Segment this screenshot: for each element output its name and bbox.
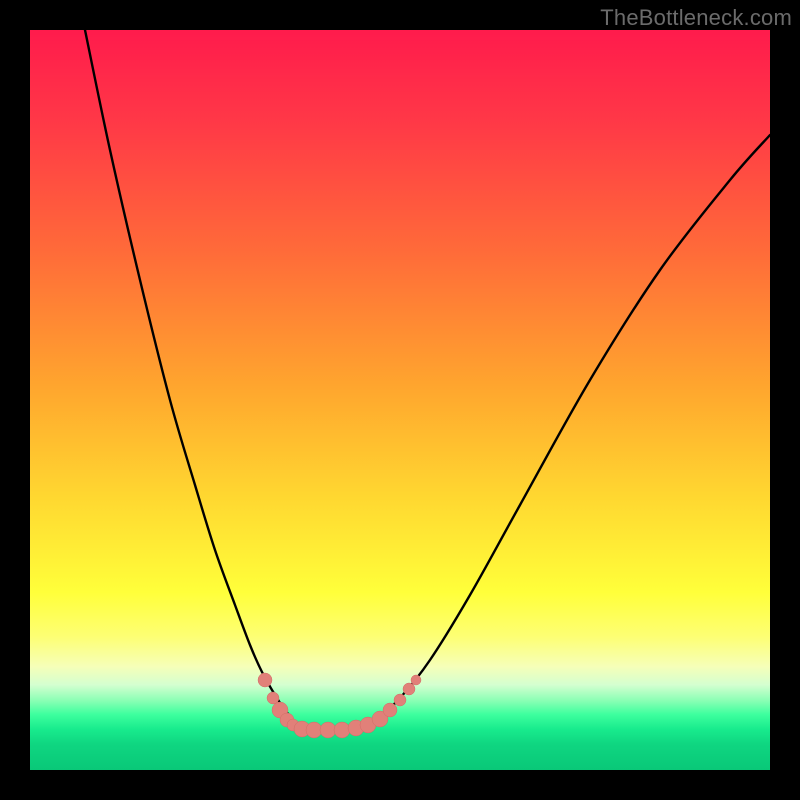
marker-point [267,692,279,704]
marker-point [403,683,415,695]
marker-point [411,675,421,685]
marker-point [334,722,350,738]
chart-frame: TheBottleneck.com [0,0,800,800]
marker-point [320,722,336,738]
marker-point [394,694,406,706]
watermark-text: TheBottleneck.com [600,5,792,31]
curve-markers [258,673,421,738]
curve-layer [30,30,770,770]
marker-point [258,673,272,687]
marker-point [306,722,322,738]
marker-point [383,703,397,717]
bottleneck-curve [85,30,770,731]
plot-area [30,30,770,770]
